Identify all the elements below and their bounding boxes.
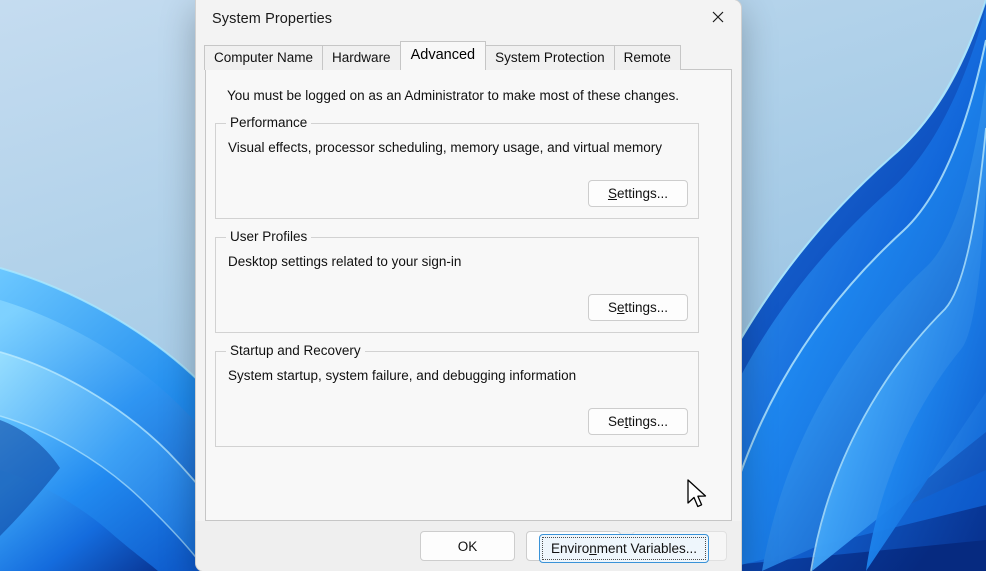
environment-variables-label-prefix: Enviro [551, 541, 589, 556]
dialog-title: System Properties [212, 11, 332, 27]
advanced-tab-panel: You must be logged on as an Administrato… [205, 69, 732, 521]
tab-system-protection[interactable]: System Protection [485, 45, 615, 70]
performance-group: Performance Visual effects, processor sc… [215, 123, 699, 219]
close-button[interactable] [695, 0, 741, 34]
startup-recovery-settings-label-prefix: Se [608, 414, 625, 429]
environment-variables-button[interactable]: Environment Variables... [539, 534, 709, 563]
tab-computer-name[interactable]: Computer Name [204, 45, 323, 70]
environment-variables-accel: n [589, 541, 597, 556]
user-profiles-settings-label-prefix: S [608, 300, 617, 315]
user-profiles-settings-button[interactable]: Settings... [588, 294, 688, 321]
performance-settings-label-suffix: ettings... [617, 186, 668, 201]
startup-recovery-description: System startup, system failure, and debu… [228, 368, 576, 383]
ok-button[interactable]: OK [420, 531, 515, 561]
environment-variables-label-suffix: ment Variables... [597, 541, 697, 556]
tab-advanced[interactable]: Advanced [400, 41, 487, 70]
tabstrip: Computer Name Hardware Advanced System P… [196, 38, 741, 70]
focus-ring: Environment Variables... [542, 537, 706, 560]
performance-settings-accel: S [608, 186, 617, 201]
system-properties-dialog: System Properties Computer Name Hardware… [196, 0, 741, 571]
admin-notice: You must be logged on as an Administrato… [227, 88, 679, 103]
user-profiles-settings-accel: e [617, 300, 625, 315]
tab-hardware[interactable]: Hardware [322, 45, 401, 70]
performance-settings-button[interactable]: Settings... [588, 180, 688, 207]
user-profiles-group-label: User Profiles [226, 229, 311, 244]
desktop: System Properties Computer Name Hardware… [0, 0, 986, 571]
tab-remote[interactable]: Remote [614, 45, 681, 70]
dialog-titlebar[interactable]: System Properties [196, 0, 741, 38]
startup-recovery-settings-label-suffix: tings... [628, 414, 668, 429]
ok-label-prefix: OK [458, 539, 478, 554]
user-profiles-settings-label-suffix: ttings... [625, 300, 669, 315]
user-profiles-group: User Profiles Desktop settings related t… [215, 237, 699, 333]
startup-recovery-group: Startup and Recovery System startup, sys… [215, 351, 699, 447]
performance-group-label: Performance [226, 115, 311, 130]
performance-description: Visual effects, processor scheduling, me… [228, 140, 662, 155]
user-profiles-description: Desktop settings related to your sign-in [228, 254, 461, 269]
startup-recovery-group-label: Startup and Recovery [226, 343, 365, 358]
startup-recovery-settings-button[interactable]: Settings... [588, 408, 688, 435]
close-icon [712, 11, 724, 23]
